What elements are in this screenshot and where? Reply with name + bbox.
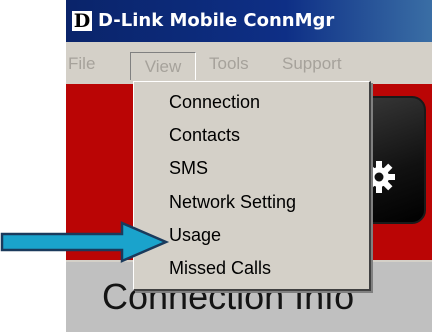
dlink-logo: D [72, 10, 92, 32]
menu-item-network-setting[interactable]: Network Setting [169, 186, 296, 218]
menu-support[interactable]: Support [282, 52, 342, 76]
arrow-right-icon [0, 221, 170, 263]
menu-item-sms[interactable]: SMS [169, 152, 208, 184]
window-title: D-Link Mobile ConnMgr [98, 10, 335, 31]
menu-tools[interactable]: Tools [209, 52, 249, 76]
menu-file[interactable]: File [68, 52, 95, 76]
app-window: D D-Link Mobile ConnMgr File View Tools … [66, 0, 432, 332]
menu-item-usage[interactable]: Usage [169, 219, 221, 251]
menu-item-contacts[interactable]: Contacts [169, 119, 240, 151]
title-bar: D D-Link Mobile ConnMgr [66, 0, 432, 42]
screenshot-canvas: D D-Link Mobile ConnMgr File View Tools … [0, 0, 432, 332]
menu-bar: File View Tools Support [66, 46, 432, 82]
menu-view[interactable]: View [130, 52, 196, 80]
menu-item-connection[interactable]: Connection [169, 86, 260, 118]
menu-item-missed-calls[interactable]: Missed Calls [169, 252, 271, 284]
